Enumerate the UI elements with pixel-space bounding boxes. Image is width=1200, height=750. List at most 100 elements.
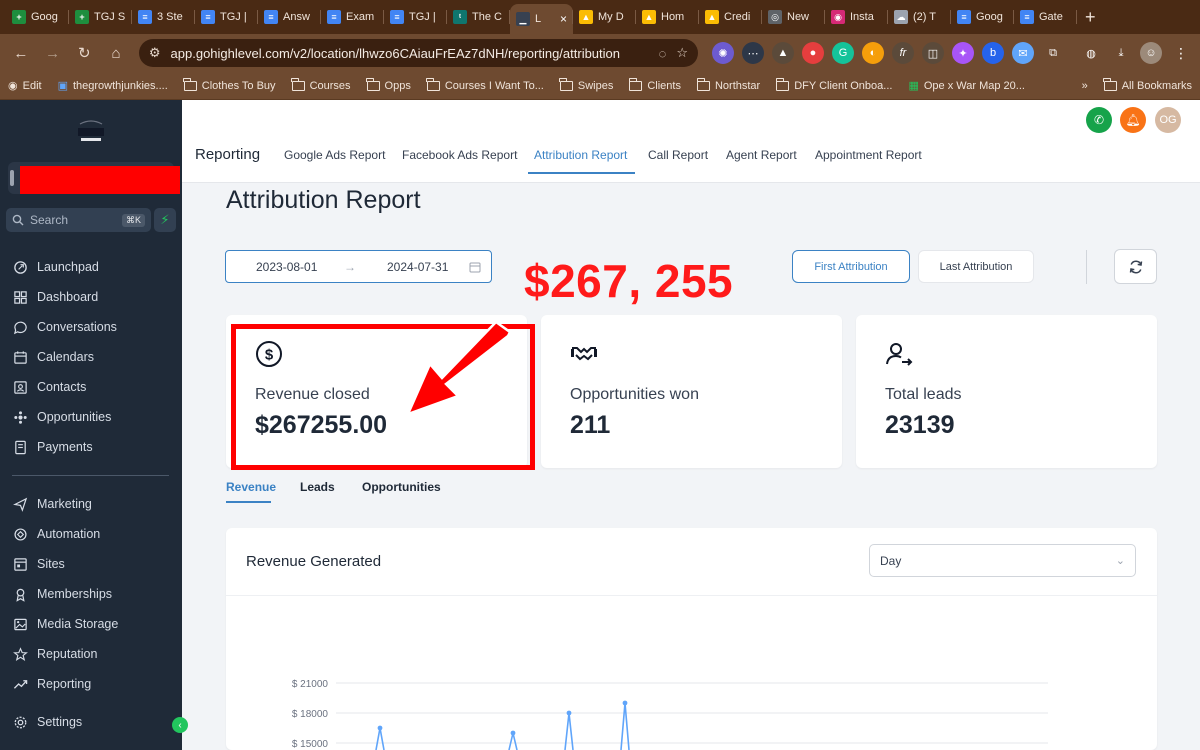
tab-attribution-report[interactable]: Attribution Report — [534, 148, 627, 162]
rocket-icon — [14, 260, 27, 274]
sidebar-item-launchpad[interactable]: Launchpad — [0, 252, 182, 282]
notification-bell-icon[interactable]: 🔔︎ — [1120, 107, 1146, 133]
browser-toolbar: ← → ↻ ⌂ ⚙ app.gohighlevel.com/v2/locatio… — [0, 34, 1200, 72]
new-tab-icon[interactable]: + — [1085, 7, 1096, 28]
site-settings-icon[interactable]: ⚙ — [149, 45, 161, 61]
sidebar-item-calendars[interactable]: Calendars — [0, 342, 182, 372]
close-tab-icon[interactable]: × — [560, 12, 567, 26]
browser-tab[interactable]: ≡ TGJ | — [384, 4, 447, 30]
home-icon[interactable]: ⌂ — [103, 40, 129, 66]
date-range-picker[interactable]: 2023-08-01 → 2024-07-31 — [225, 250, 492, 283]
refresh-button[interactable] — [1114, 249, 1157, 284]
tab-agent-report[interactable]: Agent Report — [726, 148, 797, 162]
sidebar-item-contacts[interactable]: Contacts — [0, 372, 182, 402]
bookmark-star-icon[interactable]: ☆ — [676, 45, 688, 61]
sidebar-collapse-icon[interactable]: ‹ — [172, 717, 188, 733]
browser-tab[interactable]: ≡ Gate — [1014, 4, 1077, 30]
sidebar-item-automation[interactable]: Automation — [0, 519, 182, 549]
sidebar-item-settings[interactable]: Settings — [0, 707, 182, 737]
grammarly-icon[interactable]: G — [832, 42, 854, 64]
browser-tab[interactable]: ▲ Hom — [636, 4, 699, 30]
subtab-revenue[interactable]: Revenue — [226, 480, 276, 494]
profile-avatar[interactable]: ☺ — [1140, 42, 1162, 64]
reload-icon[interactable]: ↻ — [71, 40, 97, 66]
browser-tab[interactable]: ☁ (2) T — [888, 4, 951, 30]
extension-icon[interactable]: ✺ — [712, 42, 734, 64]
extension-icon[interactable]: ◫ — [922, 42, 944, 64]
subtab-leads[interactable]: Leads — [300, 480, 335, 494]
more-bookmarks-icon[interactable]: » — [1082, 80, 1088, 92]
bookmark-item[interactable]: Swipes — [559, 77, 613, 92]
extension-icon[interactable]: ● — [802, 42, 824, 64]
tab-favicon-icon: ≡ — [1020, 10, 1034, 24]
bookmark-label: Opps — [384, 79, 411, 92]
data-point[interactable] — [622, 700, 628, 706]
all-bookmarks[interactable]: All Bookmarks — [1103, 77, 1192, 92]
eye-slash-icon[interactable]: ◌ — [659, 46, 667, 61]
sidebar-item-marketing[interactable]: Marketing — [0, 489, 182, 519]
bookmark-item[interactable]: Northstar — [696, 77, 760, 92]
first-attribution-button[interactable]: First Attribution — [792, 250, 910, 283]
browser-tab[interactable]: ≡ Exam — [321, 4, 384, 30]
bookmark-item[interactable]: ▣ thegrowthjunkies.... — [58, 79, 168, 93]
browser-tab[interactable]: ≡ 3 Ste — [132, 4, 195, 30]
subtab-opportunities[interactable]: Opportunities — [362, 480, 441, 494]
extensions-puzzle-icon[interactable]: ⧉ — [1042, 42, 1064, 64]
extension-icon[interactable]: fr — [892, 42, 914, 64]
extension-icon[interactable]: ✦ — [952, 42, 974, 64]
download-icon[interactable]: ⤓ — [1110, 42, 1132, 64]
extension-icon[interactable]: b — [982, 42, 1004, 64]
extension-icon[interactable]: ▲ — [772, 42, 794, 64]
data-point[interactable] — [377, 725, 383, 731]
user-avatar[interactable]: OG — [1155, 107, 1181, 133]
sidebar-item-opportunities[interactable]: Opportunities — [0, 402, 182, 432]
tab-call-report[interactable]: Call Report — [648, 148, 708, 162]
bookmark-item[interactable]: Courses I Want To... — [426, 77, 544, 92]
browser-tab[interactable]: ◉ Insta — [825, 4, 888, 30]
sidepanel-icon[interactable]: ◍ — [1080, 42, 1102, 64]
extension-icon[interactable]: ⋯ — [742, 42, 764, 64]
bookmark-item[interactable]: Clients — [628, 77, 681, 92]
bookmark-item[interactable]: Clothes To Buy — [183, 77, 276, 92]
location-switcher[interactable] — [8, 162, 180, 194]
bookmark-item[interactable]: DFY Client Onboa... — [775, 77, 892, 92]
bookmark-item[interactable]: Courses — [291, 77, 351, 92]
address-bar[interactable]: ⚙ app.gohighlevel.com/v2/location/lhwzo6… — [138, 39, 698, 67]
tab-appointment-report[interactable]: Appointment Report — [815, 148, 922, 162]
sidebar-item-conversations[interactable]: Conversations — [0, 312, 182, 342]
browser-tab[interactable]: + Goog — [6, 4, 69, 30]
bookmark-item[interactable]: ◉ Edit — [8, 79, 42, 93]
forward-icon[interactable]: → — [40, 40, 66, 66]
browser-tab[interactable]: ≡ Answ — [258, 4, 321, 30]
sidebar-search[interactable]: Search ⌘K — [6, 208, 151, 232]
sidebar-item-reputation[interactable]: Reputation — [0, 639, 182, 669]
browser-tab[interactable]: ◎ New — [762, 4, 825, 30]
browser-tab[interactable]: + TGJ S — [69, 4, 132, 30]
browser-tab[interactable]: ᵗ The C — [447, 4, 510, 30]
data-point[interactable] — [510, 730, 516, 736]
browser-tab[interactable]: ≡ Goog — [951, 4, 1014, 30]
browser-tab[interactable]: ▲ My D — [573, 4, 636, 30]
back-icon[interactable]: ← — [8, 40, 34, 66]
phone-icon[interactable]: ✆ — [1086, 107, 1112, 133]
bookmark-item[interactable]: Opps — [366, 77, 411, 92]
sidebar-item-sites[interactable]: Sites — [0, 549, 182, 579]
sidebar-item-memberships[interactable]: Memberships — [0, 579, 182, 609]
extension-icon[interactable]: ◐ — [862, 42, 884, 64]
menu-icon[interactable]: ⋮ — [1170, 42, 1192, 64]
browser-tab[interactable]: ▁ L × — [510, 4, 573, 34]
tab-google-ads-report[interactable]: Google Ads Report — [284, 148, 385, 162]
last-attribution-button[interactable]: Last Attribution — [918, 250, 1034, 283]
bookmark-label: Ope x War Map 20... — [923, 79, 1025, 92]
mail-icon[interactable]: ✉ — [1012, 42, 1034, 64]
bookmark-item[interactable]: ▦ Ope x War Map 20... — [908, 79, 1025, 93]
data-point[interactable] — [566, 710, 572, 716]
browser-tab[interactable]: ▲ Credi — [699, 4, 762, 30]
quick-actions-bolt-icon[interactable]: ⚡ — [154, 208, 176, 232]
sidebar-item-dashboard[interactable]: Dashboard — [0, 282, 182, 312]
browser-tab[interactable]: ≡ TGJ | — [195, 4, 258, 30]
sidebar-item-reporting[interactable]: Reporting — [0, 669, 182, 699]
tab-facebook-ads-report[interactable]: Facebook Ads Report — [402, 148, 517, 162]
sidebar-item-payments[interactable]: Payments — [0, 432, 182, 462]
sidebar-item-media-storage[interactable]: Media Storage — [0, 609, 182, 639]
